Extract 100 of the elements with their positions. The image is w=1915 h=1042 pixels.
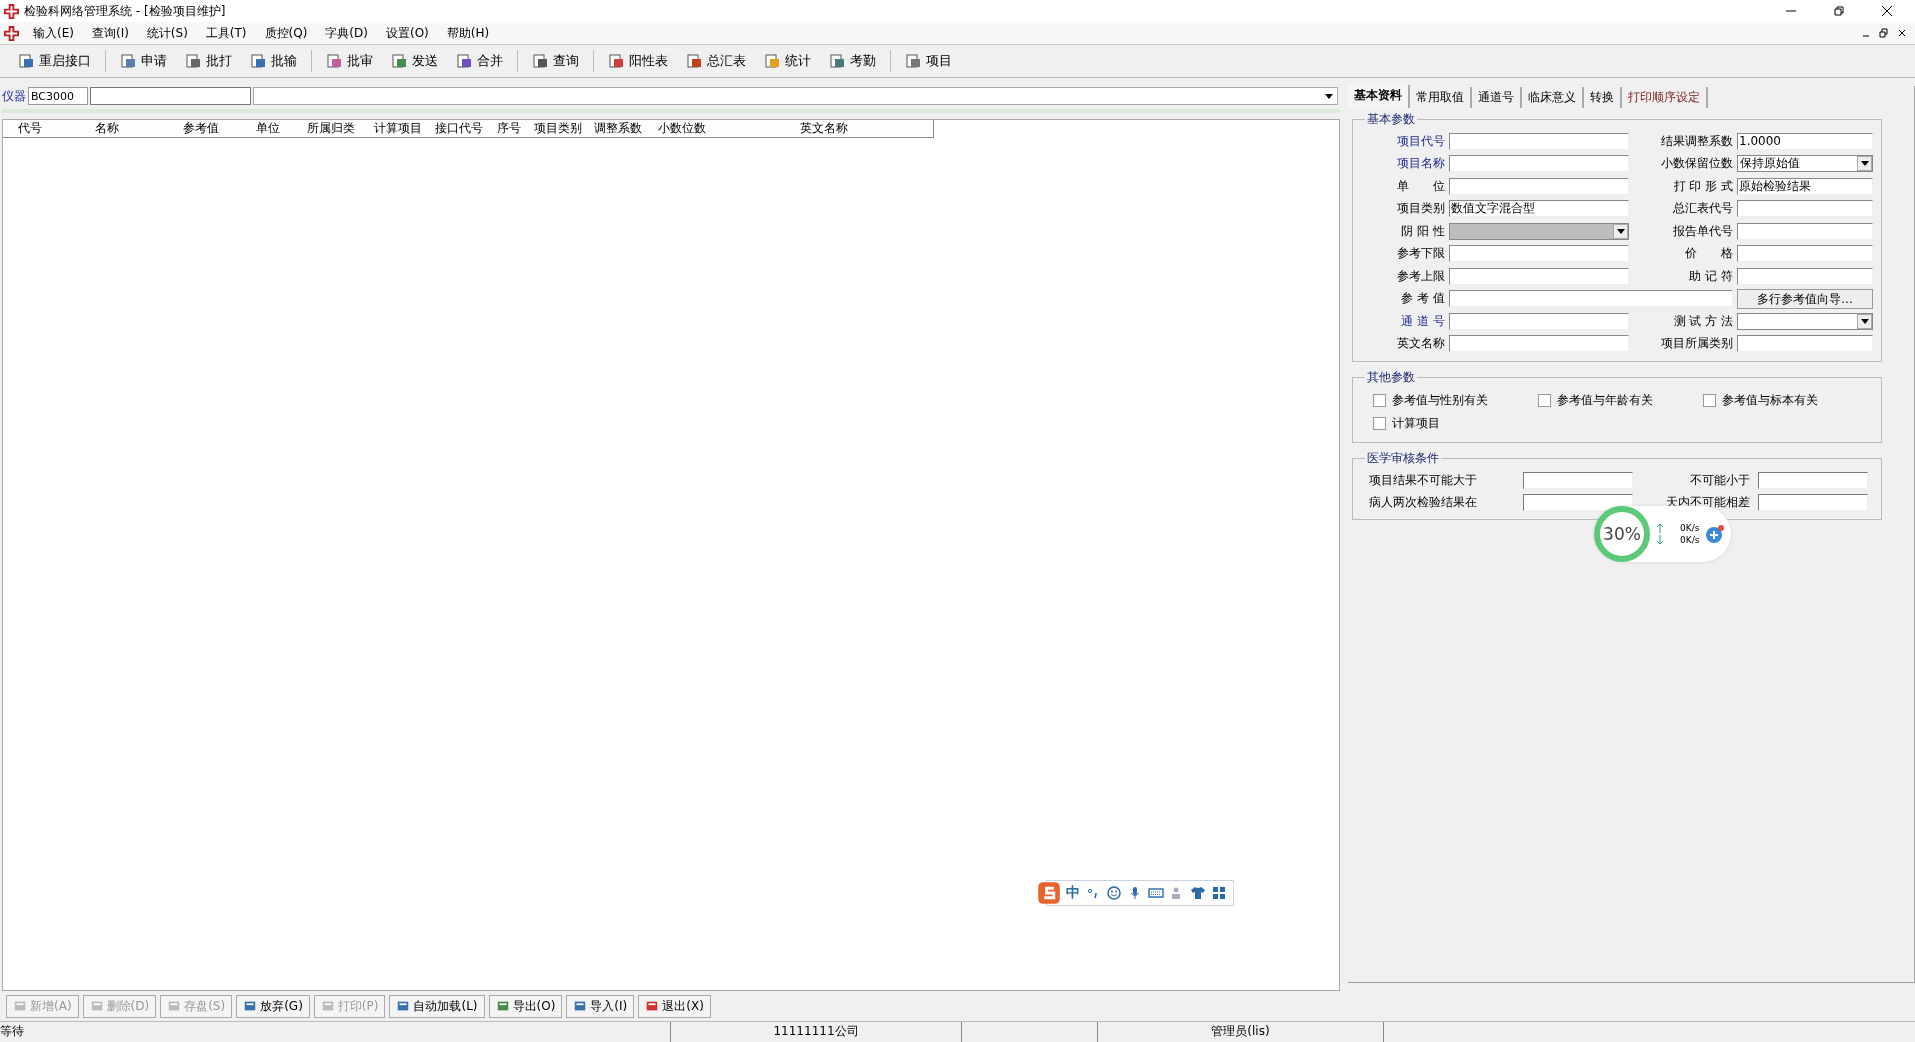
text-field[interactable] (1523, 471, 1633, 489)
checkbox[interactable] (1373, 417, 1386, 430)
toolbar-icon (905, 53, 921, 69)
column-header[interactable]: 代号 (3, 120, 56, 137)
upload-arrow-icon (1656, 523, 1664, 533)
status-text: 等待 (0, 1022, 671, 1042)
text-field[interactable] (1449, 267, 1629, 285)
column-header[interactable]: 单位 (243, 120, 293, 137)
text-field[interactable] (1737, 200, 1873, 218)
restore-icon[interactable] (1879, 28, 1889, 38)
button-icon (320, 999, 335, 1013)
text-field[interactable] (1737, 335, 1873, 353)
checkbox-option[interactable]: 计算项目 (1373, 415, 1538, 432)
menu-item[interactable]: 工具(T) (196, 24, 256, 42)
column-header[interactable]: 项目类别 (528, 120, 588, 137)
close-icon[interactable] (1897, 28, 1907, 38)
toolbar-button[interactable]: 批打 (177, 49, 240, 73)
ime-mode-label[interactable]: 中 (1066, 884, 1080, 902)
download-arrow-icon (1656, 535, 1664, 545)
toolbar-icon (120, 53, 136, 69)
toolbar-button[interactable]: 申请 (112, 49, 175, 73)
text-field[interactable] (1737, 222, 1873, 240)
column-header[interactable]: 所属归类 (293, 120, 368, 137)
close-icon[interactable] (1881, 5, 1893, 17)
tab[interactable]: 打印顺序设定 (1622, 87, 1708, 108)
text-field[interactable] (1449, 155, 1629, 173)
text-field[interactable] (1523, 493, 1633, 511)
checkbox-option[interactable]: 参考值与标本有关 (1703, 392, 1868, 409)
menu-item[interactable]: 字典(D) (316, 24, 377, 42)
toolbar-button[interactable]: 批审 (318, 49, 381, 73)
dropdown-field[interactable] (1737, 312, 1873, 330)
toolbar-button[interactable]: 总汇表 (678, 49, 754, 73)
keyboard-icon[interactable] (1148, 885, 1164, 901)
action-button[interactable]: 自动加载(L) (389, 994, 485, 1018)
instrument-dropdown[interactable] (253, 87, 1338, 105)
column-header[interactable]: 名称 (56, 120, 158, 137)
tab[interactable]: 转换 (1584, 87, 1622, 108)
text-field[interactable]: 1.0000 (1737, 132, 1873, 150)
text-field[interactable] (1758, 493, 1868, 511)
checkbox-option[interactable]: 参考值与性别有关 (1373, 392, 1538, 409)
column-header[interactable]: 小数位数 (648, 120, 715, 137)
toolbar-button[interactable]: 发送 (383, 49, 446, 73)
text-field[interactable] (1758, 471, 1868, 489)
toolbar-button[interactable]: 阳性表 (600, 49, 676, 73)
text-field[interactable]: 数值文字混合型 (1449, 200, 1629, 218)
checkbox[interactable] (1373, 394, 1386, 407)
tab[interactable]: 基本资料 (1348, 85, 1410, 108)
menu-item[interactable]: 统计(S) (137, 24, 197, 42)
checkbox-option[interactable]: 参考值与年龄有关 (1538, 392, 1703, 409)
text-field[interactable] (1449, 312, 1629, 330)
instrument-label: 仪器 (2, 87, 26, 105)
checkbox[interactable] (1538, 394, 1551, 407)
menu-item[interactable]: 质控(Q) (255, 24, 317, 42)
shirt-icon[interactable] (1190, 885, 1206, 901)
restore-icon[interactable] (1833, 5, 1845, 17)
menu-item[interactable]: 设置(O) (376, 24, 438, 42)
action-button[interactable]: 导入(I) (566, 994, 635, 1018)
column-header[interactable]: 计算项目 (368, 120, 428, 137)
toolbar-button[interactable]: 项目 (897, 49, 960, 73)
toolbar-button[interactable]: 合并 (448, 49, 511, 73)
grid-icon[interactable] (1211, 885, 1227, 901)
reference-wizard-button[interactable]: 多行参考值向导... (1737, 288, 1873, 309)
text-field[interactable] (1449, 335, 1629, 353)
text-field[interactable] (1449, 290, 1733, 308)
column-header[interactable]: 调整系数 (588, 120, 648, 137)
tab[interactable]: 常用取值 (1410, 87, 1472, 108)
checkbox[interactable] (1703, 394, 1716, 407)
text-field[interactable] (1737, 267, 1873, 285)
action-button[interactable]: 导出(O) (488, 994, 563, 1018)
toolbar-button[interactable]: 重启接口 (10, 49, 99, 73)
column-header[interactable]: 接口代号 (428, 120, 490, 137)
action-button[interactable]: 退出(X) (638, 994, 711, 1018)
text-field[interactable] (1449, 132, 1629, 150)
toolbar-icon (185, 53, 201, 69)
column-header[interactable]: 参考值 (158, 120, 243, 137)
dropdown-arrow-icon (1860, 318, 1869, 324)
plus-icon[interactable] (1705, 524, 1726, 544)
button-icon (167, 999, 182, 1013)
dropdown-field[interactable]: 保持原始值 (1737, 155, 1873, 173)
toolbar-button[interactable]: 统计 (756, 49, 819, 73)
toolbar-button[interactable]: 查询 (524, 49, 587, 73)
instrument-name-field[interactable] (90, 87, 251, 105)
column-header[interactable]: 英文名称 (715, 120, 933, 137)
column-header[interactable]: 序号 (490, 120, 528, 137)
tab[interactable]: 通道号 (1472, 87, 1522, 108)
menu-item[interactable]: 输入(E) (24, 24, 83, 42)
smiley-icon[interactable] (1106, 885, 1122, 901)
text-field[interactable] (1449, 245, 1629, 263)
text-field[interactable] (1737, 245, 1873, 263)
instrument-code-field[interactable]: BC3000 (28, 87, 88, 105)
action-button[interactable]: 放弃(G) (236, 994, 310, 1018)
text-field[interactable] (1449, 177, 1629, 195)
tab[interactable]: 临床意义 (1522, 87, 1584, 108)
menu-item[interactable]: 帮助(H) (437, 24, 499, 42)
toolbar-icon (456, 53, 472, 69)
toolbar-button[interactable]: 批输 (242, 49, 305, 73)
menu-item[interactable]: 查询(I) (82, 24, 138, 42)
text-field[interactable]: 原始检验结果 (1737, 177, 1873, 195)
button-icon (396, 999, 411, 1013)
toolbar-button[interactable]: 考勤 (821, 49, 884, 73)
